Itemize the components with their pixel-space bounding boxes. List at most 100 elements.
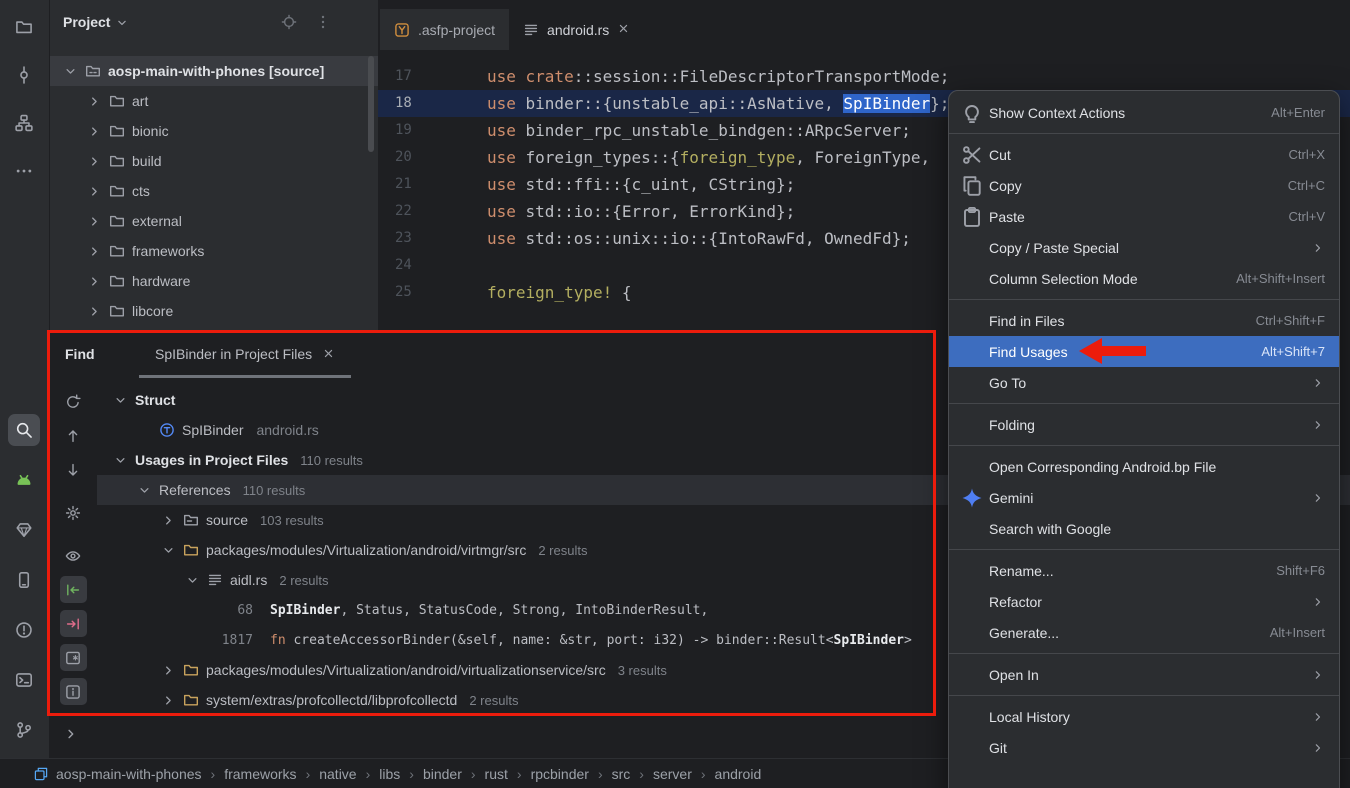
editor-tab-asfp-project[interactable]: .asfp-project bbox=[380, 9, 509, 50]
find-row-label: References bbox=[159, 482, 231, 498]
help-button[interactable] bbox=[60, 678, 87, 705]
folder-icon bbox=[109, 213, 125, 229]
menu-item-git[interactable]: Git bbox=[949, 732, 1339, 763]
code-token: foreign_type bbox=[680, 148, 796, 167]
activity-device-manager-button[interactable] bbox=[8, 514, 40, 546]
project-tree-item-bionic[interactable]: bionic bbox=[49, 116, 378, 146]
breadcrumb-item-aosp-main-with-phones[interactable]: aosp-main-with-phones bbox=[56, 766, 202, 782]
menu-shortcut: Alt+Insert bbox=[1270, 625, 1325, 640]
chevron-right-icon bbox=[87, 94, 102, 109]
terminal-icon bbox=[15, 671, 33, 689]
editor-tab-bar: .asfp-projectandroid.rs bbox=[378, 0, 1350, 50]
menu-item-open-in[interactable]: Open In bbox=[949, 659, 1339, 690]
menu-item-rename[interactable]: Rename...Shift+F6 bbox=[949, 555, 1339, 586]
menu-item-open-corresponding-android-bp-file[interactable]: Open Corresponding Android.bp File bbox=[949, 451, 1339, 482]
menu-item-label: Go To bbox=[989, 375, 1026, 391]
menu-item-find-in-files[interactable]: Find in FilesCtrl+Shift+F bbox=[949, 305, 1339, 336]
breadcrumb-item-native[interactable]: native bbox=[319, 766, 356, 782]
project-tree-item-libcore[interactable]: libcore bbox=[49, 296, 378, 326]
breadcrumb-item-server[interactable]: server bbox=[653, 766, 692, 782]
project-tree-item-cts[interactable]: cts bbox=[49, 176, 378, 206]
folder-orange-icon bbox=[183, 692, 199, 708]
breadcrumb-item-frameworks[interactable]: frameworks bbox=[224, 766, 296, 782]
menu-item-copy-paste-special[interactable]: Copy / Paste Special bbox=[949, 232, 1339, 263]
navigate-down-button[interactable] bbox=[60, 456, 87, 483]
menu-icon-slot bbox=[961, 271, 983, 287]
find-row-label: Struct bbox=[135, 392, 175, 408]
menu-item-label: Cut bbox=[989, 147, 1011, 163]
activity-structure-button[interactable] bbox=[8, 107, 40, 139]
breadcrumb-item-rpcbinder[interactable]: rpcbinder bbox=[531, 766, 589, 782]
activity-commit-button[interactable] bbox=[8, 59, 40, 91]
menu-icon-slot bbox=[961, 709, 983, 725]
menu-item-go-to[interactable]: Go To bbox=[949, 367, 1339, 398]
activity-android-button[interactable] bbox=[8, 464, 40, 496]
code-token: SpIBinder bbox=[270, 603, 340, 618]
open-results-in-new-tab-button[interactable] bbox=[60, 644, 87, 671]
chevron-right-icon bbox=[87, 214, 102, 229]
menu-item-paste[interactable]: PasteCtrl+V bbox=[949, 201, 1339, 232]
jump-to-source-button[interactable] bbox=[60, 576, 87, 603]
folder-label: build bbox=[132, 153, 162, 169]
settings-button[interactable] bbox=[60, 499, 87, 526]
menu-item-label: Folding bbox=[989, 417, 1035, 433]
menu-item-local-history[interactable]: Local History bbox=[949, 701, 1339, 732]
menu-item-refactor[interactable]: Refactor bbox=[949, 586, 1339, 617]
project-tree-item-hardware[interactable]: hardware bbox=[49, 266, 378, 296]
find-results-tab[interactable]: SpIBinder in Project Files bbox=[139, 332, 351, 378]
code-line-17[interactable]: 17use crate::session::FileDescriptorTran… bbox=[378, 63, 1350, 90]
menu-item-label: Show Context Actions bbox=[989, 105, 1125, 121]
activity-version-control-button[interactable] bbox=[8, 714, 40, 746]
menu-item-folding[interactable]: Folding bbox=[949, 409, 1339, 440]
breadcrumb-item-android[interactable]: android bbox=[715, 766, 762, 782]
code-token: binder::{unstable_api::AsNative, bbox=[526, 94, 844, 113]
menu-item-gemini[interactable]: Gemini bbox=[949, 482, 1339, 513]
lightbulb-icon bbox=[961, 105, 983, 121]
project-tree-item-frameworks[interactable]: frameworks bbox=[49, 236, 378, 266]
menu-item-label: Generate... bbox=[989, 625, 1059, 641]
editor-tab-android-rs[interactable]: android.rs bbox=[509, 9, 644, 50]
activity-problems-button[interactable] bbox=[8, 614, 40, 646]
close-icon[interactable] bbox=[322, 347, 335, 360]
breadcrumb-item-libs[interactable]: libs bbox=[379, 766, 400, 782]
menu-item-show-context-actions[interactable]: Show Context ActionsAlt+Enter bbox=[949, 97, 1339, 128]
activity-find-button[interactable] bbox=[8, 414, 40, 446]
code-token: createAccessorBinder bbox=[293, 633, 450, 648]
chevron-down-icon[interactable] bbox=[115, 16, 129, 30]
menu-item-find-usages[interactable]: Find UsagesAlt+Shift+7 bbox=[949, 336, 1339, 367]
activity-project-button[interactable] bbox=[8, 11, 40, 43]
menu-item-column-selection-mode[interactable]: Column Selection ModeAlt+Shift+Insert bbox=[949, 263, 1339, 294]
menu-item-cut[interactable]: CutCtrl+X bbox=[949, 139, 1339, 170]
code-token: use bbox=[487, 175, 526, 194]
project-tree-root[interactable]: aosp-main-with-phones [source] bbox=[49, 56, 378, 86]
code-token: std::os::unix::io::{IntoRawFd, OwnedFd}; bbox=[526, 229, 911, 248]
activity-running-devices-button[interactable] bbox=[8, 564, 40, 596]
activity-terminal-button[interactable] bbox=[8, 664, 40, 696]
refresh-button[interactable] bbox=[60, 388, 87, 415]
breadcrumb-item-binder[interactable]: binder bbox=[423, 766, 462, 782]
preview-usages-button[interactable] bbox=[60, 542, 87, 569]
breadcrumb-item-rust[interactable]: rust bbox=[485, 766, 508, 782]
scrollbar-thumb[interactable] bbox=[368, 56, 374, 152]
open-in-tab-icon bbox=[65, 650, 81, 666]
code-token: use bbox=[487, 67, 526, 86]
navigate-up-button[interactable] bbox=[60, 422, 87, 449]
project-tree-item-external[interactable]: external bbox=[49, 206, 378, 236]
project-tree-item-build[interactable]: build bbox=[49, 146, 378, 176]
menu-item-label: Refactor bbox=[989, 594, 1042, 610]
menu-item-search-with-google[interactable]: Search with Google bbox=[949, 513, 1339, 544]
project-tree-item-art[interactable]: art bbox=[49, 86, 378, 116]
menu-item-copy[interactable]: CopyCtrl+C bbox=[949, 170, 1339, 201]
menu-shortcut: Ctrl+V bbox=[1289, 209, 1325, 224]
tab-close-button[interactable] bbox=[617, 22, 630, 38]
code-token: ::session::FileDescriptorTransportMode; bbox=[574, 67, 950, 86]
project-root-label: aosp-main-with-phones [source] bbox=[108, 63, 324, 79]
breadcrumb-item-src[interactable]: src bbox=[612, 766, 631, 782]
chevron-right-icon[interactable] bbox=[63, 726, 79, 742]
context-menu: Show Context ActionsAlt+EnterCutCtrl+XCo… bbox=[948, 90, 1340, 788]
more-options-icon[interactable] bbox=[315, 14, 331, 30]
activity-more-tools-button[interactable] bbox=[8, 155, 40, 187]
autoscroll-to-source-button[interactable] bbox=[60, 610, 87, 637]
locate-file-icon[interactable] bbox=[281, 14, 297, 30]
menu-item-generate[interactable]: Generate... Alt+Insert bbox=[949, 617, 1339, 648]
